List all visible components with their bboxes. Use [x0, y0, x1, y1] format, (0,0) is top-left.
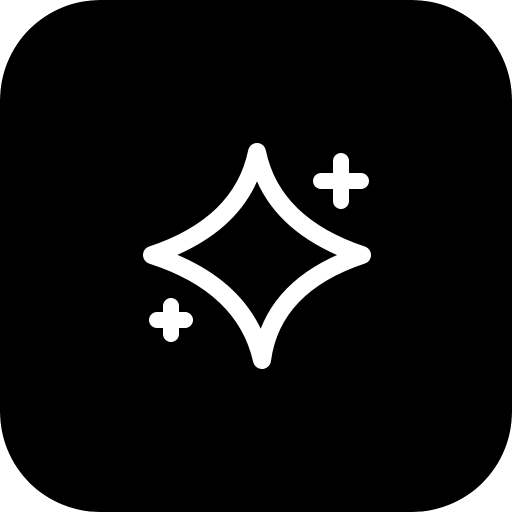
sparkles-icon [0, 0, 512, 512]
icon-background [0, 0, 512, 512]
app-icon-tile[interactable] [0, 0, 512, 512]
